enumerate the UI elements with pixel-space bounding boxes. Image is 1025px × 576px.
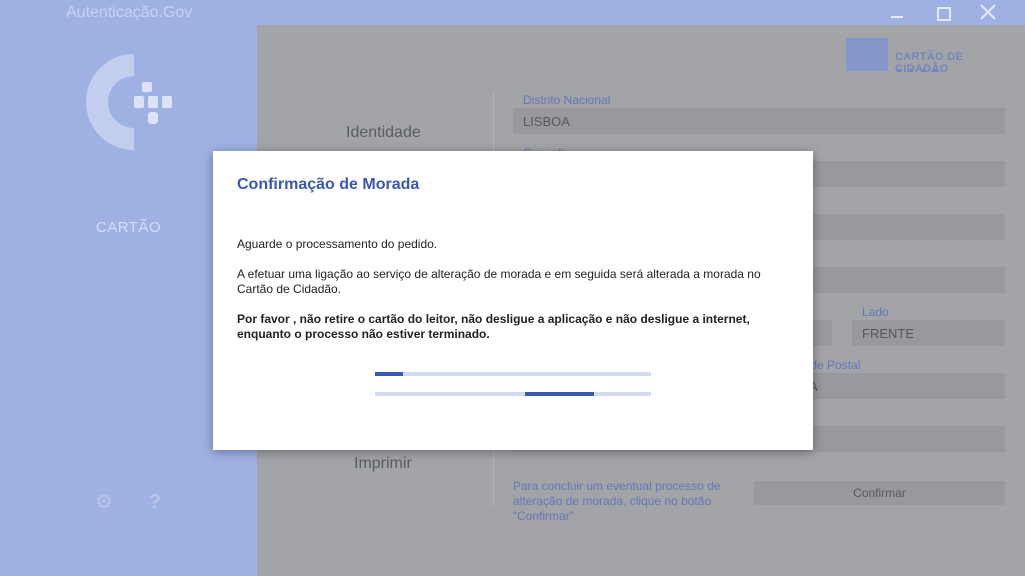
wait-message: Aguarde o processamento do pedido. [237,237,438,251]
gear-icon[interactable]: ⚙ [94,492,114,512]
localidade-postal-field[interactable]: A [803,373,1005,399]
brand-logo: CARTÃO DE CIDADÃO ● ● ● ● [846,38,1016,75]
title-bar: Autenticação.Gov [0,0,1025,25]
close-button[interactable] [977,2,999,22]
district-field[interactable]: LISBOA [513,108,1005,134]
warning-message: Por favor , não retire o cartão do leito… [237,312,750,341]
menu-item-imprimir[interactable]: Imprimir [354,455,412,473]
progress-bar-2 [375,392,651,396]
progress-bar-1-fill [375,372,403,376]
brand-dots: ● ● ● ● [897,65,941,75]
help-icon[interactable]: ? [145,491,165,513]
menu-item-identidade[interactable]: Identidade [346,124,421,142]
confirm-hint: Para concluir um eventual processo de al… [513,479,721,523]
brand-icon [846,38,888,71]
cartao-cidadao-logo [86,54,172,150]
confirm-button[interactable]: Confirmar [754,481,1005,505]
minimize-button[interactable] [887,2,909,22]
info-message: A efetuar uma ligação ao serviço de alte… [237,267,761,296]
lado-label: Lado [862,305,889,319]
maximize-button[interactable] [932,2,954,22]
address-confirmation-dialog: Confirmação de Morada Aguarde o processa… [213,151,813,450]
district-label: Distrito Nacional [523,93,611,107]
lado-field[interactable]: FRENTE [852,320,1005,346]
progress-bar-1 [375,372,651,376]
progress-bar-2-fill [525,392,594,396]
window-title: Autenticação.Gov [66,4,193,21]
dialog-title: Confirmação de Morada [237,176,420,193]
